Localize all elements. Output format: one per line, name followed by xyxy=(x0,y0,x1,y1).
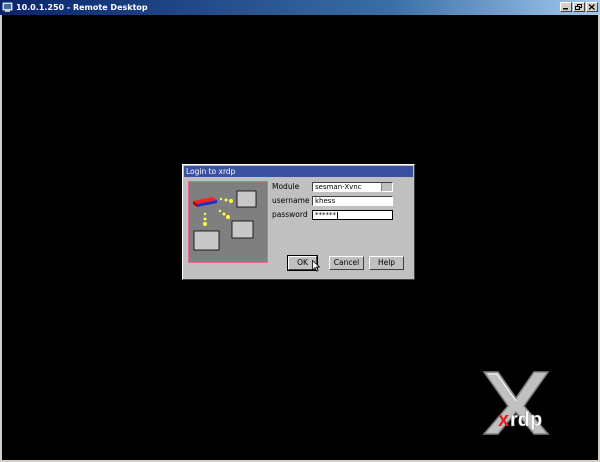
cancel-button[interactable]: Cancel xyxy=(329,256,364,270)
window-title: 10.0.1.250 - Remote Desktop xyxy=(16,3,148,12)
password-label: password xyxy=(272,210,308,219)
help-button[interactable]: Help xyxy=(369,256,404,270)
logo-x-letter: x xyxy=(498,409,509,431)
logo-rdp-text: rdp xyxy=(510,409,542,431)
password-value: ****** xyxy=(315,211,336,219)
remote-desktop-icon xyxy=(2,2,13,12)
xrdp-logo: x rdp xyxy=(482,371,550,435)
dialog-title[interactable]: Login to xrdp xyxy=(184,166,413,177)
module-label: Module xyxy=(272,182,300,191)
window-titlebar[interactable]: 10.0.1.250 - Remote Desktop xyxy=(0,0,600,15)
module-value: sesman-Xvnc xyxy=(315,183,362,191)
password-field[interactable]: ****** xyxy=(312,210,393,220)
username-label: username xyxy=(272,196,310,205)
dropdown-arrow-icon[interactable] xyxy=(381,183,392,191)
minimize-icon xyxy=(563,8,568,10)
module-select[interactable]: sesman-Xvnc xyxy=(312,182,393,192)
xrdp-banner-image xyxy=(188,181,268,263)
xrdp-login-dialog: Login to xrdp Module sesman-Xvnc usernam… xyxy=(182,164,415,280)
close-icon xyxy=(588,4,595,10)
username-field[interactable]: khess xyxy=(312,196,393,206)
text-caret xyxy=(337,211,338,219)
username-value: khess xyxy=(315,197,336,205)
restore-button[interactable] xyxy=(573,2,585,12)
mouse-pointer-icon xyxy=(312,260,320,272)
restore-icon xyxy=(575,4,582,10)
minimize-button[interactable] xyxy=(560,2,572,12)
network-illustration xyxy=(193,190,257,251)
close-button[interactable] xyxy=(586,2,598,12)
